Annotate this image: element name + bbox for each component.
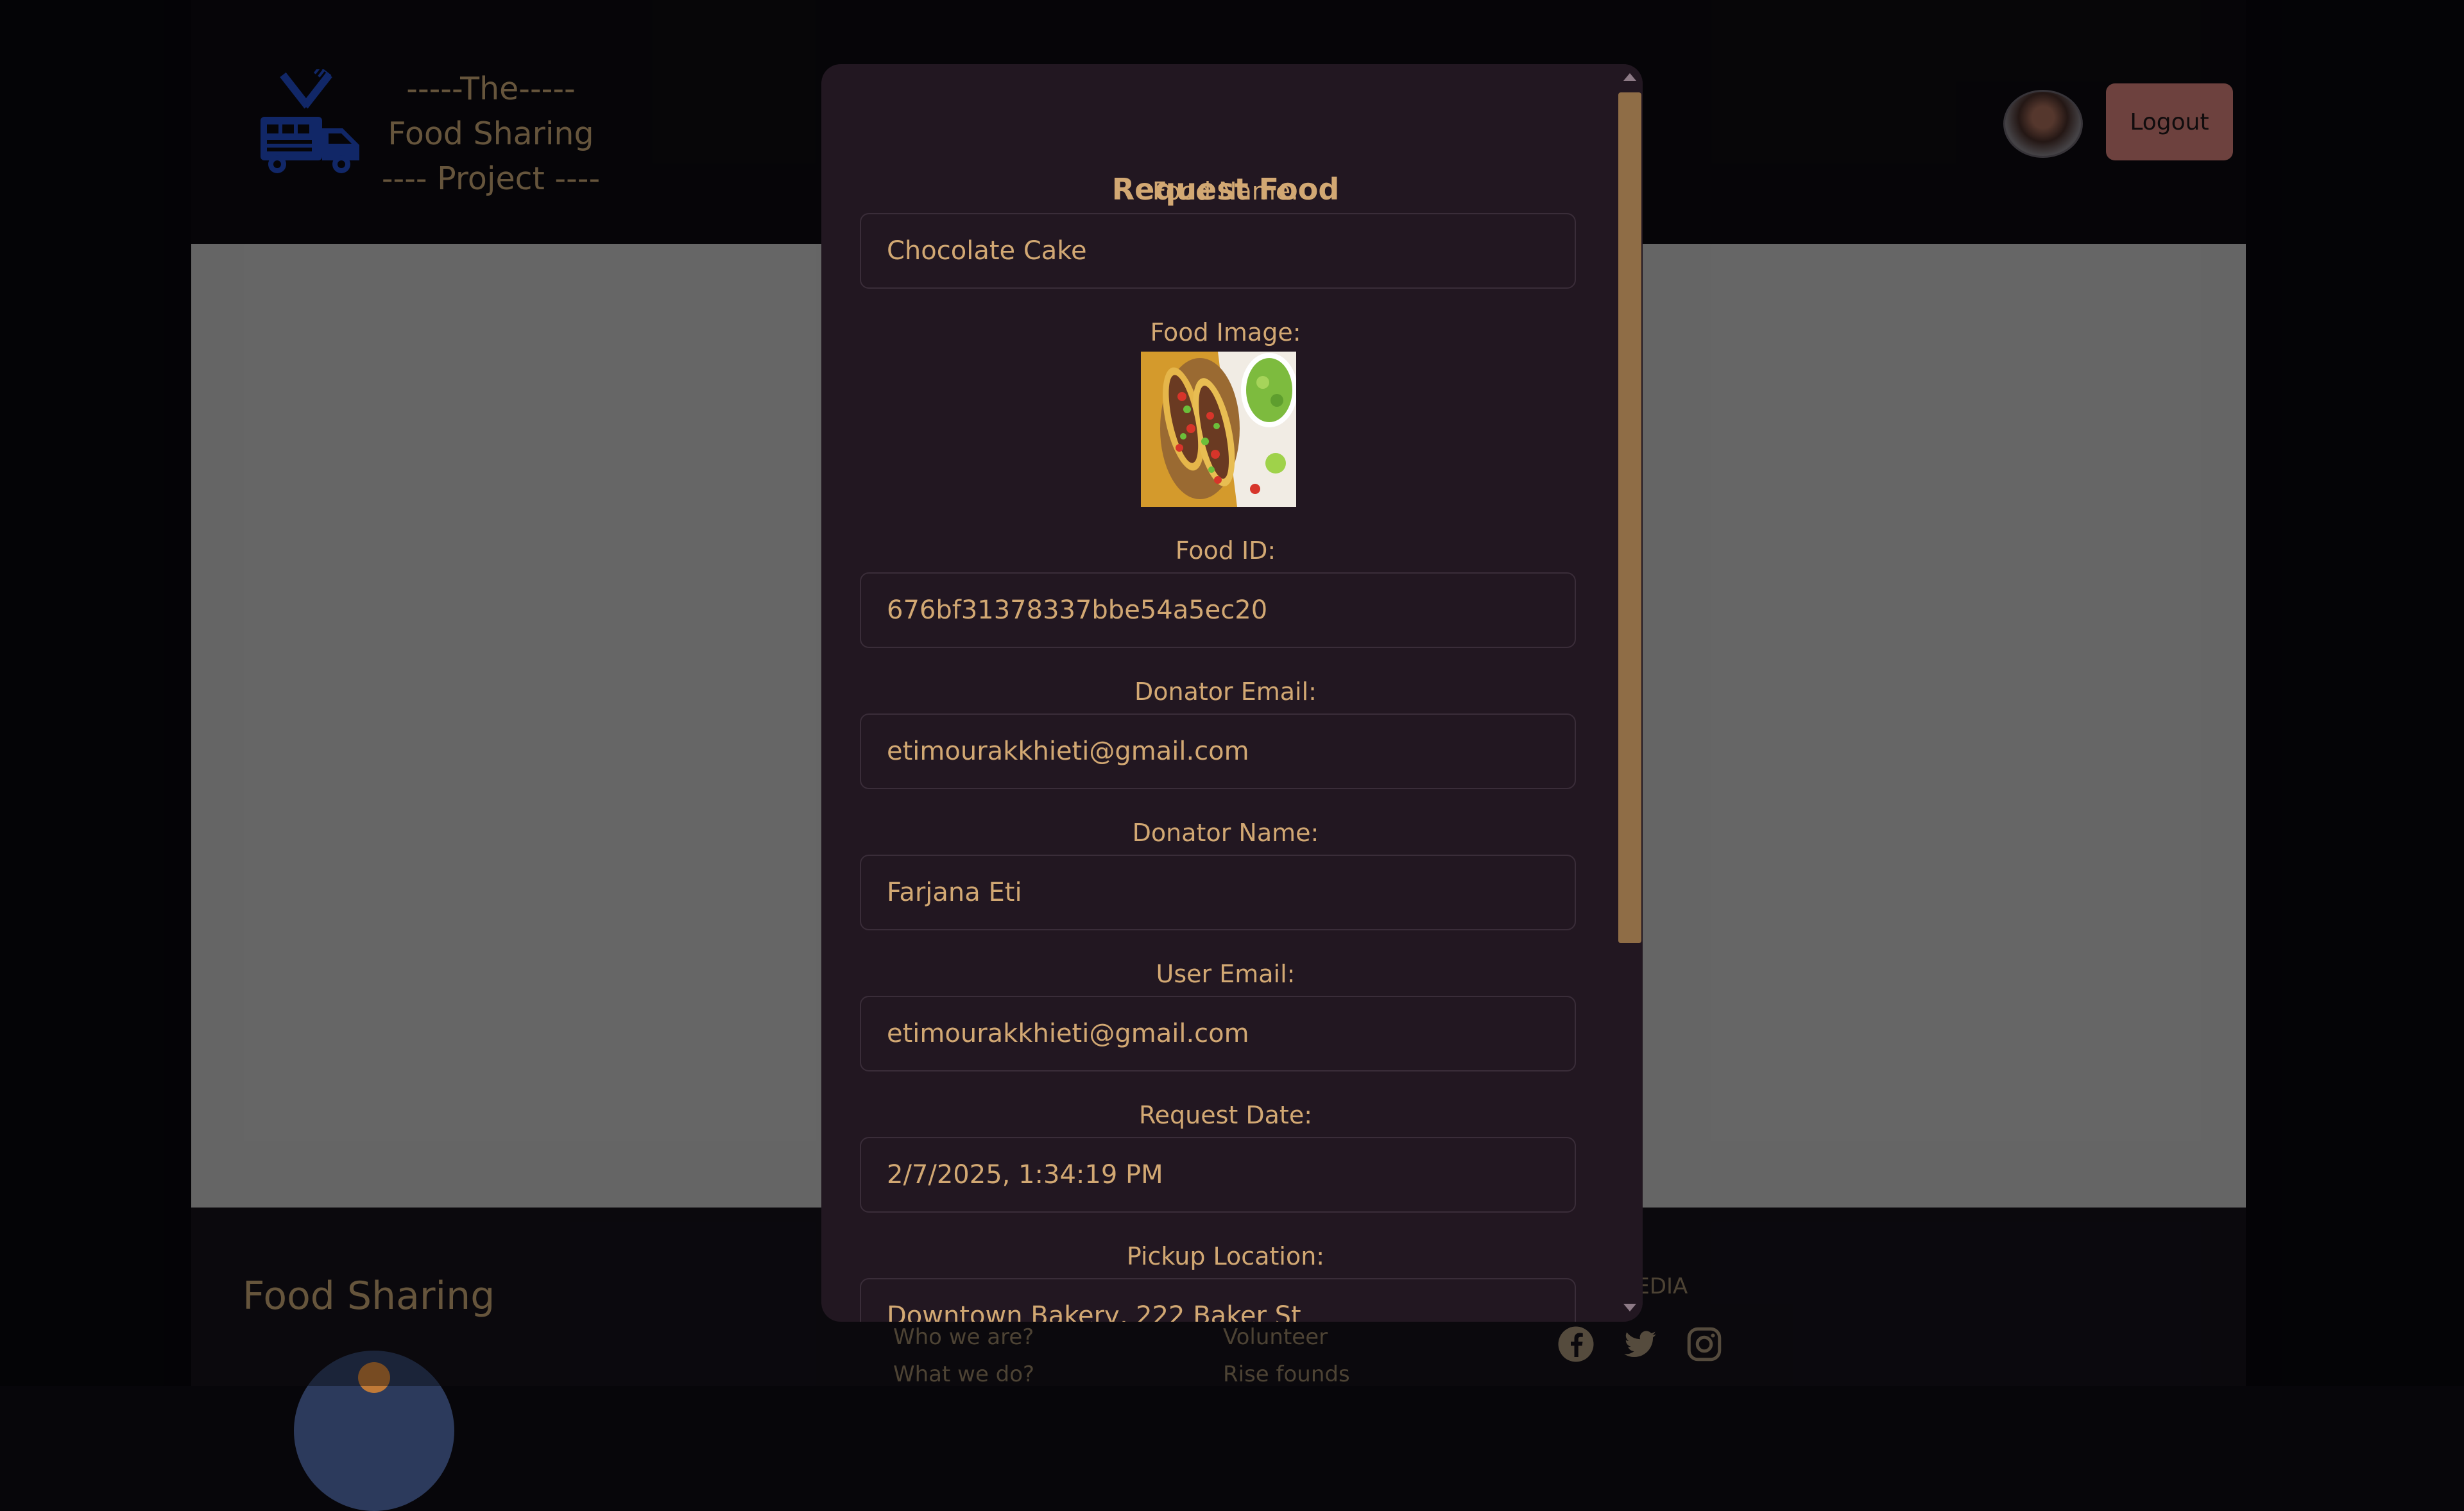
request-date-field[interactable]: 2/7/2025, 1:34:19 PM [860,1137,1576,1213]
food-name-field[interactable]: Chocolate Cake [860,213,1576,289]
donator-email-label: Donator Email: [1134,678,1317,706]
user-email-field[interactable]: etimourakkhieti@gmail.com [860,996,1576,1071]
donator-name-label: Donator Name: [1132,819,1319,847]
user-email-label: User Email: [1156,960,1296,988]
request-date-label: Request Date: [1138,1101,1313,1129]
pickup-location-field[interactable]: Downtown Bakery, 222 Baker St [860,1278,1576,1322]
food-id-label: Food ID: [1175,536,1276,565]
scroll-up-arrow-icon[interactable] [1623,73,1636,81]
donator-name-field[interactable]: Farjana Eti [860,855,1576,930]
food-image-label: Food Image: [1150,318,1301,346]
donator-email-field[interactable]: etimourakkhieti@gmail.com [860,713,1576,789]
food-id-field[interactable]: 676bf31378337bbe54a5ec20 [860,572,1576,648]
scroll-down-arrow-icon[interactable] [1623,1304,1636,1311]
scrollbar-thumb[interactable] [1618,92,1641,943]
request-food-modal: Request Food Food Name: Chocolate Cake F… [821,64,1643,1322]
pickup-location-label: Pickup Location: [1126,1242,1325,1270]
food-name-label: Food Name: [1152,177,1299,205]
food-image [1141,352,1296,507]
